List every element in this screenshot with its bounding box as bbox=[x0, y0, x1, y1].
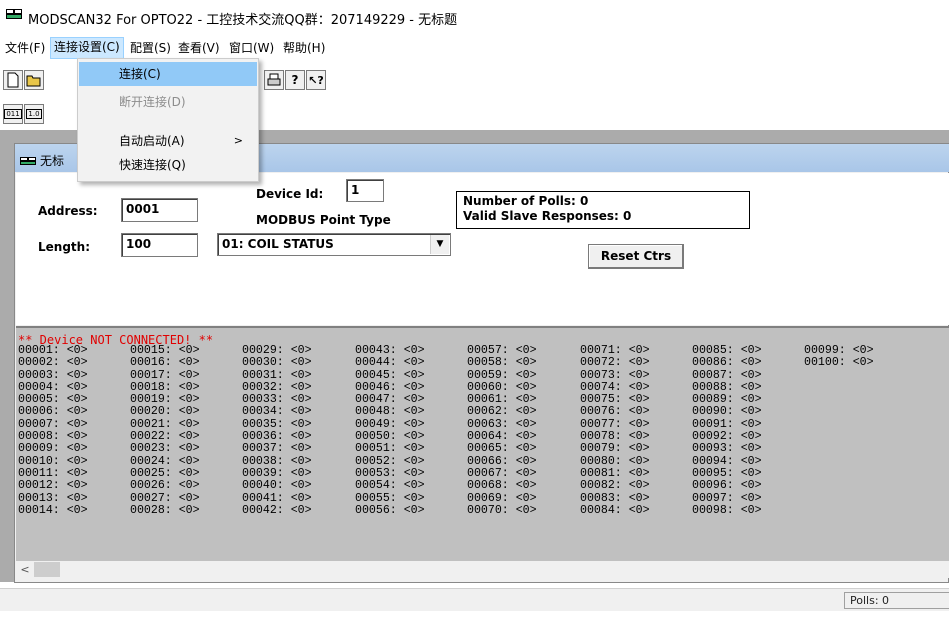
document-icon bbox=[20, 157, 36, 165]
data-column: 00057: <0> 00058: <0> 00059: <0> 00060: <0>… bbox=[467, 344, 537, 517]
open-folder-icon[interactable] bbox=[24, 70, 44, 90]
data-column: 00071: <0> 00072: <0> 00073: <0> 00074: <0>… bbox=[580, 344, 650, 517]
register-entry: 00084: <0> bbox=[580, 503, 650, 517]
menu-item-quick-connect[interactable]: 快速连接(Q) bbox=[79, 153, 257, 177]
register-entry: 00048: <0> bbox=[355, 405, 425, 419]
length-input[interactable]: 100 bbox=[121, 233, 198, 257]
context-help-icon[interactable]: ↖? bbox=[306, 70, 326, 90]
window-title: MODSCAN32 For OPTO22 - 工控技术交流QQ群：2071492… bbox=[28, 13, 458, 28]
status-polls: Polls: 0 bbox=[844, 592, 949, 609]
valid-responses-count: Valid Slave Responses: 0 bbox=[463, 209, 632, 223]
menu-item-connect-label: 连接(C) bbox=[119, 67, 161, 81]
reset-counters-button[interactable]: Reset Ctrs bbox=[588, 244, 684, 269]
register-entry: 00062: <0> bbox=[467, 405, 537, 419]
register-entry: 00083: <0> bbox=[580, 491, 650, 505]
register-entry: 00090: <0> bbox=[692, 405, 762, 419]
register-entry: 00014: <0> bbox=[18, 503, 88, 517]
register-entry: 00097: <0> bbox=[692, 491, 762, 505]
register-entry: 00079: <0> bbox=[580, 442, 650, 456]
register-entry: 00009: <0> bbox=[18, 442, 88, 456]
menu-item-autostart[interactable]: 自动启动(A) > bbox=[79, 129, 257, 153]
polls-count: Number of Polls: 0 bbox=[463, 194, 589, 208]
chevron-down-icon[interactable]: ▼ bbox=[430, 235, 449, 254]
register-entry: 00041: <0> bbox=[242, 491, 312, 505]
register-entry: 00076: <0> bbox=[580, 405, 650, 419]
menu-item-autostart-label: 自动启动(A) bbox=[119, 134, 185, 148]
scroll-left-icon[interactable]: < bbox=[18, 562, 32, 577]
register-entry: 00030: <0> bbox=[242, 356, 312, 370]
device-id-label: Device Id: bbox=[256, 187, 324, 201]
register-entry: 00034: <0> bbox=[242, 405, 312, 419]
register-entry: 00068: <0> bbox=[467, 479, 537, 493]
register-entry: 00016: <0> bbox=[130, 356, 200, 370]
register-entry: 00056: <0> bbox=[355, 503, 425, 517]
register-entry: 00023: <0> bbox=[130, 442, 200, 456]
point-type-value: 01: COIL STATUS bbox=[222, 237, 334, 251]
menu-item-disconnect: 断开连接(D) bbox=[79, 90, 257, 114]
print-icon[interactable] bbox=[264, 70, 284, 90]
address-input[interactable]: 0001 bbox=[121, 198, 198, 222]
register-entry: 00006: <0> bbox=[18, 405, 88, 419]
menu-file[interactable]: 文件(F) bbox=[2, 38, 48, 58]
address-label: Address: bbox=[38, 204, 98, 218]
register-entry: 00026: <0> bbox=[130, 479, 200, 493]
menu-view[interactable]: 查看(V) bbox=[175, 38, 223, 58]
device-id-input[interactable]: 1 bbox=[346, 179, 384, 202]
register-entry: 00100: <0> bbox=[804, 356, 874, 370]
menu-config[interactable]: 配置(S) bbox=[127, 38, 174, 58]
status-bar: Polls: 0 bbox=[0, 588, 949, 611]
menu-window[interactable]: 窗口(W) bbox=[226, 38, 277, 58]
register-entry: 00070: <0> bbox=[467, 503, 537, 517]
register-entry: 00072: <0> bbox=[580, 356, 650, 370]
register-entry: 00055: <0> bbox=[355, 491, 425, 505]
display-binary-icon[interactable]: 011 bbox=[3, 104, 23, 124]
register-entry: 00082: <0> bbox=[580, 479, 650, 493]
display-decimal-icon[interactable]: 1.0 bbox=[24, 104, 44, 124]
horizontal-scrollbar[interactable]: < bbox=[16, 561, 949, 578]
register-entry: 00093: <0> bbox=[692, 442, 762, 456]
connection-menu-dropdown: 连接(C) 断开连接(D) 自动启动(A) > 快速连接(Q) bbox=[77, 58, 259, 182]
register-entry: 00058: <0> bbox=[467, 356, 537, 370]
register-entry: 00037: <0> bbox=[242, 442, 312, 456]
data-column: 00085: <0> 00086: <0> 00087: <0> 00088: <0>… bbox=[692, 344, 762, 517]
register-entry: 00069: <0> bbox=[467, 491, 537, 505]
register-entry: 00096: <0> bbox=[692, 479, 762, 493]
data-column: 00029: <0> 00030: <0> 00031: <0> 00032: <0>… bbox=[242, 344, 312, 517]
point-type-label: MODBUS Point Type bbox=[256, 213, 391, 227]
length-label: Length: bbox=[38, 240, 90, 254]
register-data-view[interactable]: ** Device NOT CONNECTED! ** 00001: <0> 00… bbox=[16, 326, 949, 563]
menu-item-connect[interactable]: 连接(C) bbox=[79, 62, 257, 86]
submenu-arrow-icon: > bbox=[233, 134, 243, 147]
menu-item-disconnect-label: 断开连接(D) bbox=[119, 95, 186, 109]
menu-connection[interactable]: 连接设置(C) bbox=[50, 37, 124, 59]
point-type-select[interactable]: 01: COIL STATUS ▼ bbox=[217, 233, 451, 256]
register-entry: 00042: <0> bbox=[242, 503, 312, 517]
register-entry: 00051: <0> bbox=[355, 442, 425, 456]
register-entry: 00020: <0> bbox=[130, 405, 200, 419]
register-entry: 00028: <0> bbox=[130, 503, 200, 517]
modscan-app-icon bbox=[6, 9, 22, 19]
scroll-thumb[interactable] bbox=[34, 562, 60, 577]
menu-item-quick-connect-label: 快速连接(Q) bbox=[119, 158, 186, 172]
register-entry: 00098: <0> bbox=[692, 503, 762, 517]
menu-bar: 文件(F) 连接设置(C) 配置(S) 查看(V) 窗口(W) 帮助(H) bbox=[0, 37, 949, 59]
register-entry: 00013: <0> bbox=[18, 491, 88, 505]
document-title: 无标 bbox=[40, 154, 65, 168]
register-entry: 00012: <0> bbox=[18, 479, 88, 493]
register-entry: 00086: <0> bbox=[692, 356, 762, 370]
data-column: 00015: <0> 00016: <0> 00017: <0> 00018: <0>… bbox=[130, 344, 200, 517]
data-column: 00099: <0> 00100: <0> bbox=[804, 344, 874, 370]
menu-help[interactable]: 帮助(H) bbox=[280, 38, 328, 58]
register-entry: 00065: <0> bbox=[467, 442, 537, 456]
register-entry: 00054: <0> bbox=[355, 479, 425, 493]
register-entry: 00002: <0> bbox=[18, 356, 88, 370]
data-column: 00043: <0> 00044: <0> 00045: <0> 00046: <0>… bbox=[355, 344, 425, 517]
register-entry: 00040: <0> bbox=[242, 479, 312, 493]
poll-stats-box: Number of Polls: 0 Valid Slave Responses… bbox=[456, 191, 750, 229]
data-column: 00001: <0> 00002: <0> 00003: <0> 00004: <0>… bbox=[18, 344, 88, 517]
help-icon[interactable]: ? bbox=[285, 70, 305, 90]
new-document-icon[interactable] bbox=[3, 70, 23, 90]
register-entry: 00027: <0> bbox=[130, 491, 200, 505]
register-entry: 00044: <0> bbox=[355, 356, 425, 370]
